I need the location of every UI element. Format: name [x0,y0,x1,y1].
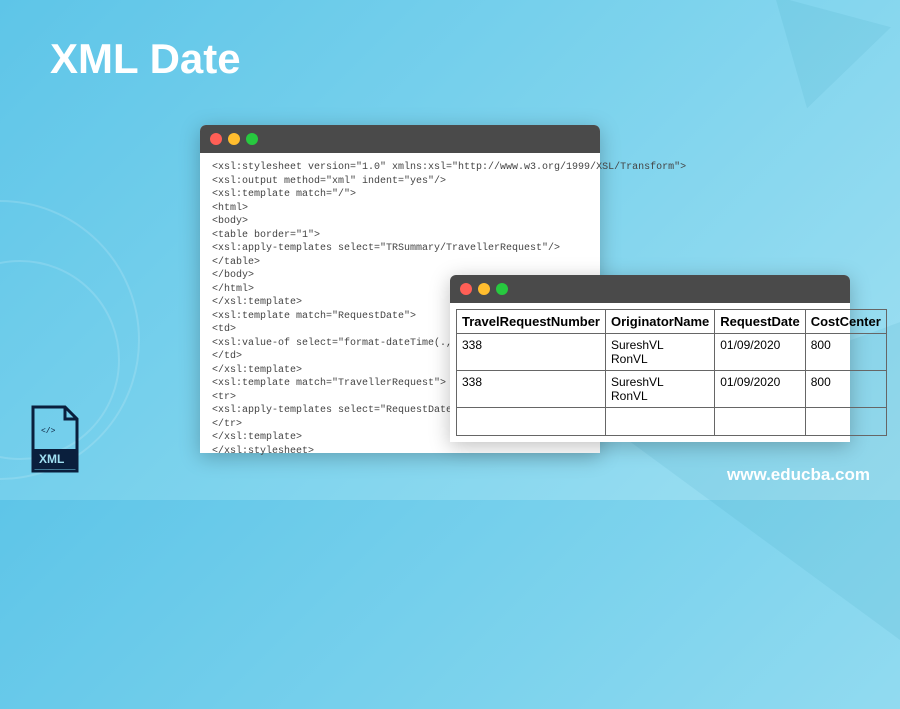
cell-originator: SureshVL RonVL [606,334,715,371]
table-window: TravelRequestNumber OriginatorName Reque… [450,275,850,442]
maximize-icon[interactable] [246,133,258,145]
xml-file-icon: </> XML [25,403,85,475]
svg-text:XML: XML [39,452,64,466]
cell-request-date: 01/09/2020 [715,334,805,371]
close-icon[interactable] [460,283,472,295]
table-header: CostCenter [805,310,886,334]
cell-originator: SureshVL RonVL [606,371,715,408]
table-row: 338 SureshVL RonVL 01/09/2020 800 [457,371,887,408]
cell-cost-center [805,408,886,436]
table-header-row: TravelRequestNumber OriginatorName Reque… [457,310,887,334]
minimize-icon[interactable] [228,133,240,145]
cell-request-number [457,408,606,436]
cell-request-date [715,408,805,436]
cell-originator [606,408,715,436]
table-header: RequestDate [715,310,805,334]
code-window-titlebar [200,125,600,153]
website-url: www.educba.com [727,465,870,485]
cell-request-number: 338 [457,371,606,408]
table-row [457,408,887,436]
cell-cost-center: 800 [805,371,886,408]
table-row: 338 SureshVL RonVL 01/09/2020 800 [457,334,887,371]
table-window-titlebar [450,275,850,303]
minimize-icon[interactable] [478,283,490,295]
maximize-icon[interactable] [496,283,508,295]
cell-request-date: 01/09/2020 [715,371,805,408]
data-table: TravelRequestNumber OriginatorName Reque… [456,309,887,436]
page-title: XML Date [50,35,241,83]
svg-text:</>: </> [41,427,56,436]
close-icon[interactable] [210,133,222,145]
cell-request-number: 338 [457,334,606,371]
cell-cost-center: 800 [805,334,886,371]
table-header: TravelRequestNumber [457,310,606,334]
table-header: OriginatorName [606,310,715,334]
